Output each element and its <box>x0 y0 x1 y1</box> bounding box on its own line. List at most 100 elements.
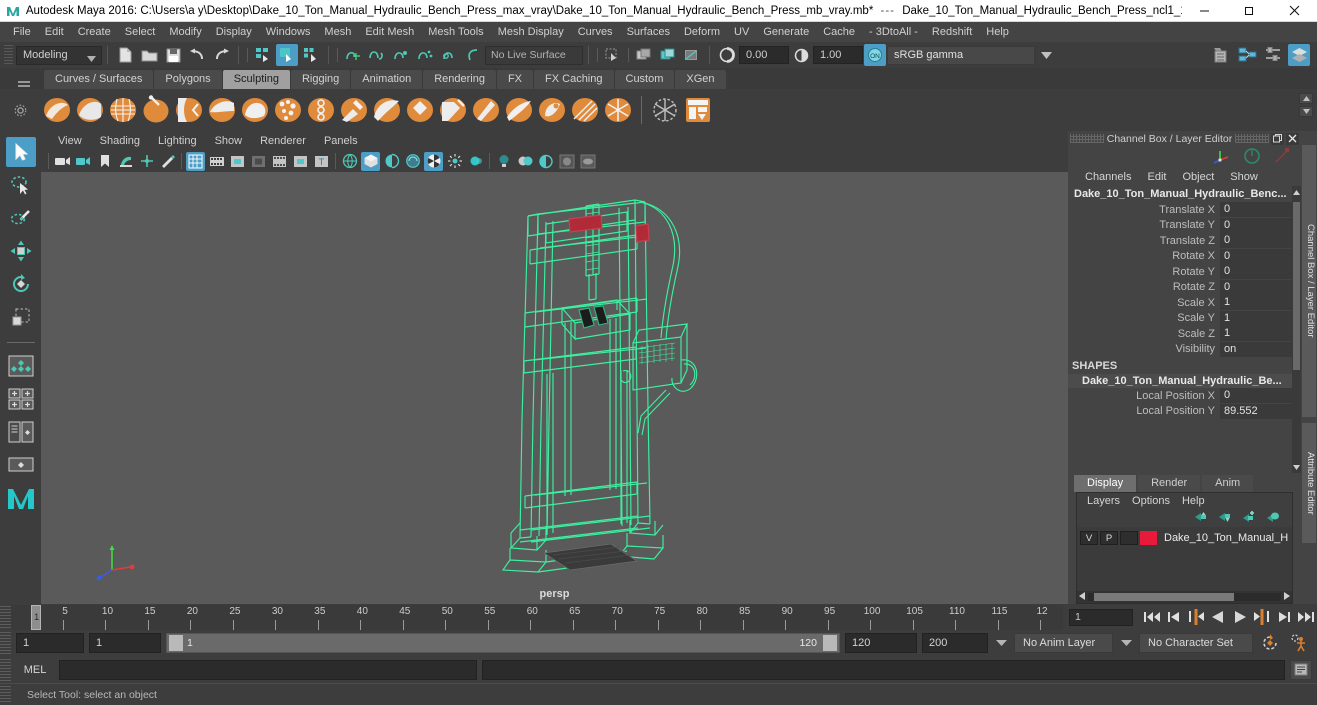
minimize-button[interactable] <box>1182 0 1227 22</box>
menu-surfaces[interactable]: Surfaces <box>620 22 677 42</box>
live-surface-field[interactable]: No Live Surface <box>485 45 583 65</box>
play-forwards-icon[interactable] <box>1229 606 1251 628</box>
shelf-tab-animation[interactable]: Animation <box>351 70 423 89</box>
grid-toggle-icon[interactable] <box>186 151 205 171</box>
smooth-tool-icon[interactable] <box>75 95 105 125</box>
resolution-gate-icon[interactable] <box>228 152 247 171</box>
menu-mesh-tools[interactable]: Mesh Tools <box>421 22 490 42</box>
time-slider[interactable]: 1 5 10 15 20 25 30 35 40 45 50 55 60 65 70 75 80 85 90 95 1… <box>11 604 1063 630</box>
channel-row-rotate-z[interactable]: Rotate Z 0 <box>1068 279 1301 296</box>
channel-value[interactable]: 0 <box>1220 248 1292 264</box>
shelf-tab-fx-caching[interactable]: FX Caching <box>534 70 614 89</box>
input-selection-icon[interactable] <box>602 44 624 66</box>
safe-action-icon[interactable] <box>291 152 310 171</box>
anim-layer-selector[interactable]: No Anim Layer <box>1014 633 1113 653</box>
cb-menu-edit[interactable]: Edit <box>1140 171 1173 183</box>
smooth-shade-selected-icon[interactable] <box>382 152 401 171</box>
freeze-tool-icon[interactable] <box>603 95 633 125</box>
layer-shading-toggle[interactable] <box>1120 531 1138 545</box>
shelf-tab-rigging[interactable]: Rigging <box>290 70 351 89</box>
persp-outliner-layout[interactable] <box>6 417 36 447</box>
wireframe-on-shaded-icon[interactable] <box>424 151 443 171</box>
sculpt-tool-icon[interactable] <box>42 95 72 125</box>
film-gate-icon[interactable] <box>207 152 226 171</box>
step-forward-frame-icon[interactable] <box>1273 606 1295 628</box>
viewport-menu-renderer[interactable]: Renderer <box>251 131 315 151</box>
channel-row-rotate-x[interactable]: Rotate X 0 <box>1068 248 1301 265</box>
channel-row-scale-y[interactable]: Scale Y 1 <box>1068 310 1301 327</box>
spray-tool-icon[interactable] <box>273 95 303 125</box>
step-back-key-icon[interactable] <box>1185 606 1207 628</box>
scrape-tool-icon[interactable] <box>405 95 435 125</box>
grab-tool-icon[interactable] <box>141 95 171 125</box>
chevron-down-icon[interactable] <box>1035 51 1057 59</box>
close-icon[interactable] <box>1286 132 1299 145</box>
step-back-frame-icon[interactable] <box>1163 606 1185 628</box>
character-set-selector[interactable]: No Character Set <box>1139 633 1253 653</box>
new-layer-from-selected-icon[interactable] <box>1265 510 1280 526</box>
select-by-hierarchy-icon[interactable] <box>252 44 274 66</box>
shelf-scroll-arrows[interactable] <box>1299 93 1313 117</box>
render-current-frame-icon[interactable] <box>716 44 738 66</box>
channel-value[interactable]: 0 <box>1220 279 1292 295</box>
time-slider-grip[interactable] <box>0 606 11 628</box>
layer-visibility-toggle[interactable]: V <box>1080 531 1098 545</box>
gate-mask-icon[interactable] <box>249 152 268 171</box>
four-view-layout[interactable] <box>6 384 36 414</box>
channel-row-visibility[interactable]: Visibility on <box>1068 341 1301 358</box>
imprint-tool-icon[interactable] <box>339 95 369 125</box>
wireframe-shading-icon[interactable] <box>340 152 359 171</box>
scale-tool[interactable] <box>6 302 36 332</box>
snap-to-view-plane-icon[interactable] <box>438 44 460 66</box>
channel-row-scale-z[interactable]: Scale Z 1 <box>1068 326 1301 342</box>
grease-pencil-icon[interactable] <box>158 152 177 171</box>
select-by-component-icon[interactable] <box>300 44 322 66</box>
time-cursor[interactable]: 1 <box>31 604 41 630</box>
menu-curves[interactable]: Curves <box>571 22 620 42</box>
bookmark-icon[interactable] <box>95 152 114 171</box>
xray-icon[interactable] <box>445 152 464 171</box>
layer-playback-toggle[interactable]: P <box>1100 531 1118 545</box>
move-layer-down-icon[interactable] <box>1217 510 1232 526</box>
shelf-tab-fx[interactable]: FX <box>496 70 534 89</box>
channel-box-list[interactable]: Dake_10_Ton_Manual_Hydraulic_Benc... Tra… <box>1068 186 1301 473</box>
channel-row-translate-z[interactable]: Translate Z 0 <box>1068 233 1301 249</box>
menu-mesh[interactable]: Mesh <box>317 22 358 42</box>
shadows-icon[interactable] <box>536 152 555 171</box>
channel-row-local-position-x[interactable]: Local Position X 0 <box>1068 388 1301 404</box>
scroll-left-icon[interactable] <box>1079 591 1085 603</box>
script-editor-icon[interactable] <box>1290 659 1312 680</box>
undock-icon[interactable] <box>1271 132 1284 145</box>
menu-mesh-display[interactable]: Mesh Display <box>491 22 571 42</box>
viewport-canvas[interactable]: persp <box>41 172 1068 604</box>
open-outliner-icon[interactable] <box>1210 44 1232 66</box>
panel-grip[interactable] <box>1070 134 1104 143</box>
scroll-thumb[interactable] <box>1094 593 1234 601</box>
lasso-select-tool[interactable] <box>6 170 36 200</box>
chevron-down-icon[interactable] <box>993 640 1009 646</box>
2d-pan-zoom-icon[interactable] <box>137 152 156 171</box>
statusline-grip[interactable] <box>4 45 13 65</box>
scroll-up-icon[interactable] <box>1292 186 1301 198</box>
channel-box-shape-name[interactable]: Dake_10_Ton_Manual_Hydraulic_Be... <box>1068 374 1292 388</box>
menu-help[interactable]: Help <box>979 22 1016 42</box>
menu-display[interactable]: Display <box>209 22 259 42</box>
render-numeric-b[interactable]: 1.00 <box>813 46 863 64</box>
shelf-tab-custom[interactable]: Custom <box>614 70 675 89</box>
smooth-shade-all-icon[interactable] <box>361 151 380 171</box>
channel-value[interactable]: 0 <box>1220 217 1292 233</box>
step-forward-key-icon[interactable] <box>1251 606 1273 628</box>
rotate-tool[interactable] <box>6 269 36 299</box>
channel-value[interactable]: 1 <box>1220 326 1292 342</box>
construction-history-off-icon[interactable] <box>681 44 703 66</box>
menu-edit[interactable]: Edit <box>38 22 71 42</box>
shelf-scroll-up-icon[interactable] <box>1299 93 1313 104</box>
playback-start-field[interactable]: 1 <box>89 633 161 653</box>
shelf-scroll-down-icon[interactable] <box>1299 106 1313 117</box>
cb-menu-channels[interactable]: Channels <box>1078 171 1138 183</box>
range-max-handle[interactable] <box>823 635 837 651</box>
render-half-icon[interactable] <box>790 44 812 66</box>
menu-deform[interactable]: Deform <box>677 22 727 42</box>
panel-grip-right[interactable] <box>1235 134 1269 143</box>
channel-value[interactable]: 0 <box>1220 388 1292 404</box>
